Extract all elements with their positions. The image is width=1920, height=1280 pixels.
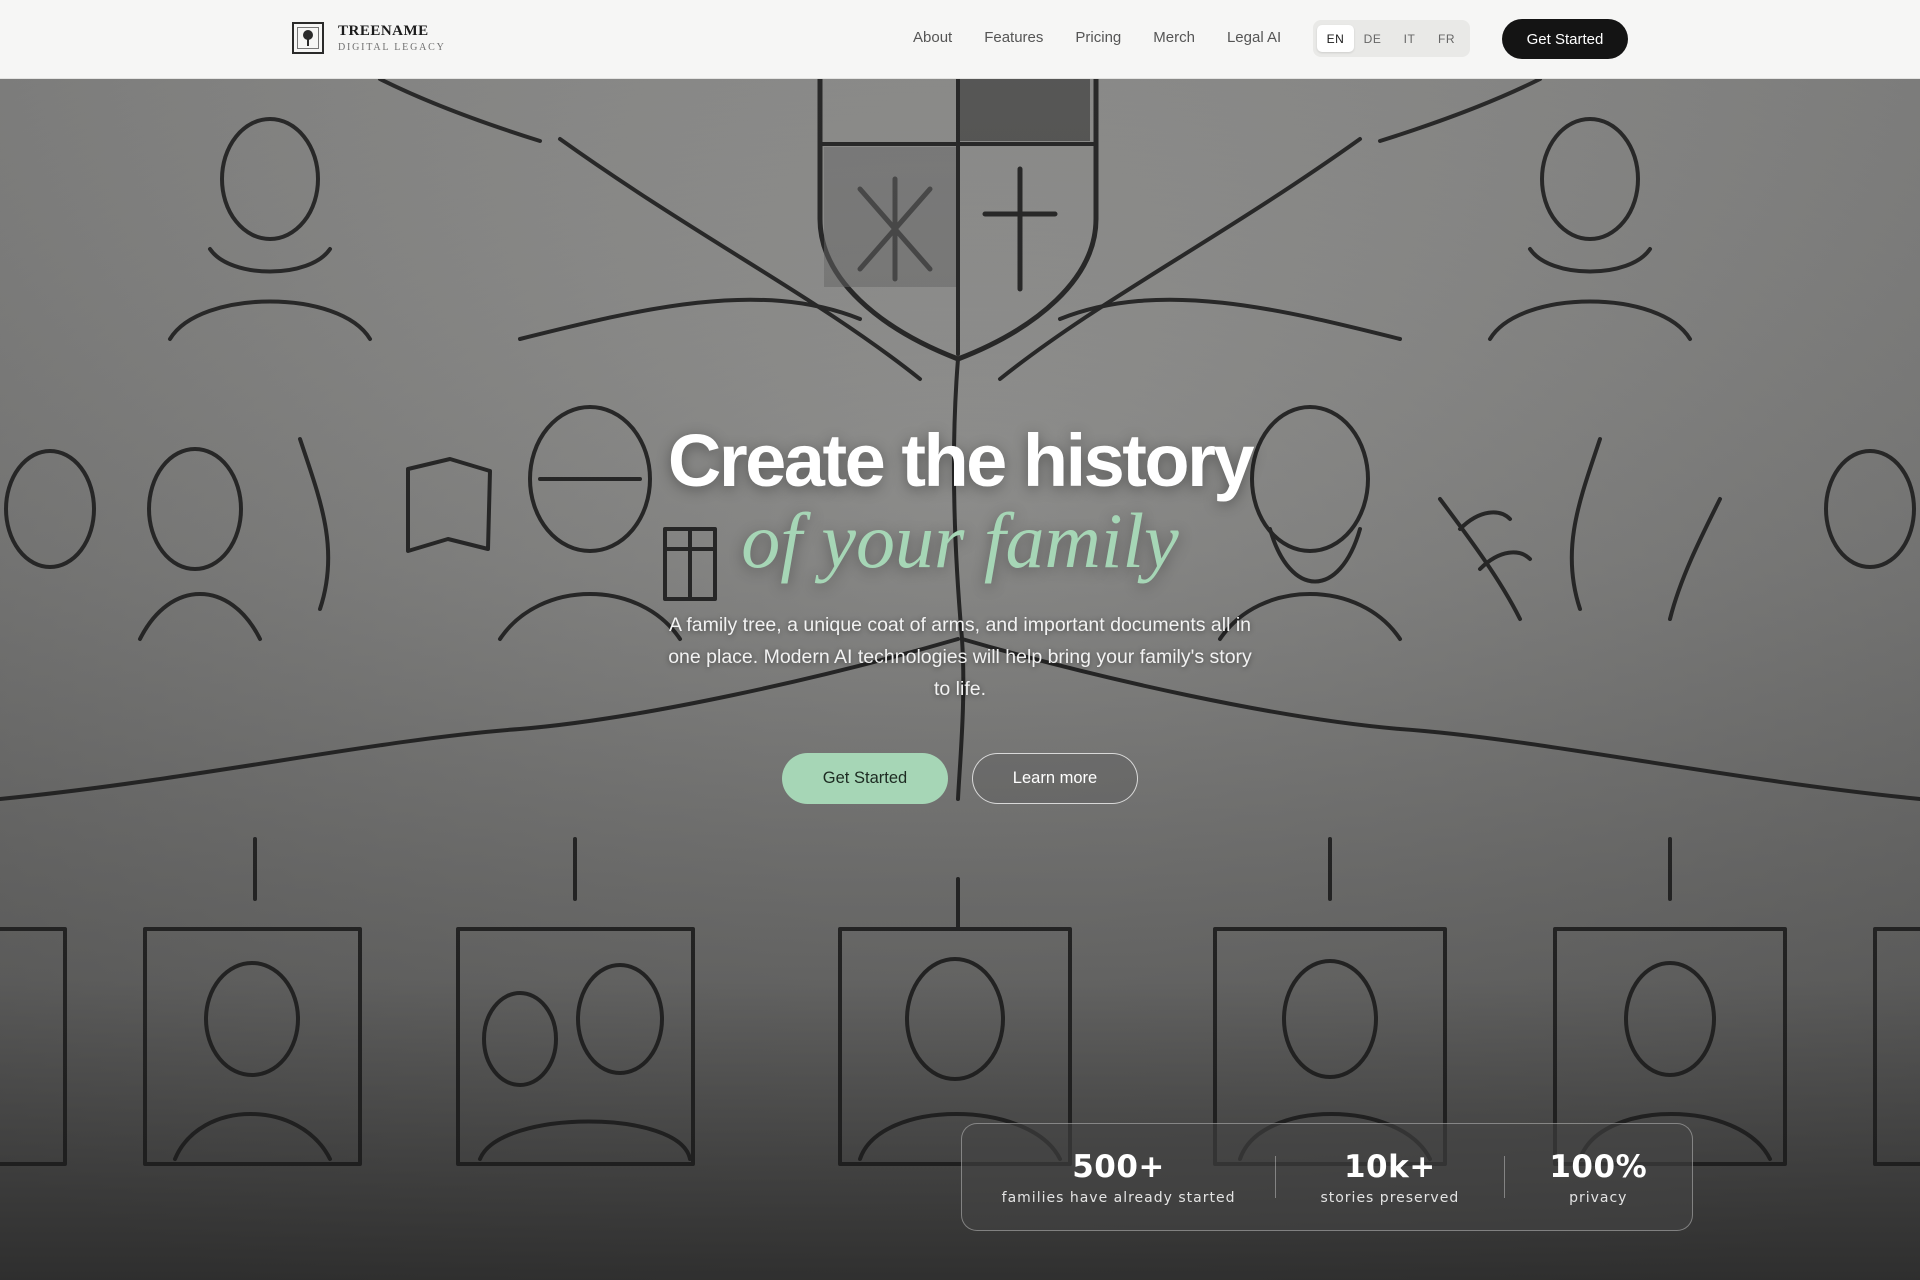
lang-option-it[interactable]: IT xyxy=(1391,25,1428,52)
tree-icon xyxy=(292,22,324,54)
header-get-started-button[interactable]: Get Started xyxy=(1502,19,1628,59)
stats-panel: 500+ families have already started 10k+ … xyxy=(961,1123,1693,1231)
lang-option-en[interactable]: EN xyxy=(1317,25,1354,52)
hero-description: A family tree, a unique coat of arms, an… xyxy=(668,614,1252,700)
site-header: TREENAME DIGITAL LEGACY About Features P… xyxy=(0,0,1920,79)
stat-label: privacy xyxy=(1569,1189,1628,1206)
nav-link-features[interactable]: Features xyxy=(984,29,1043,46)
language-switcher: EN DE IT FR xyxy=(1313,20,1470,57)
stat-value: 500+ xyxy=(1072,1148,1165,1185)
stat-value: 100% xyxy=(1549,1148,1648,1185)
nav-link-pricing[interactable]: Pricing xyxy=(1075,29,1121,46)
hero-title: Create the history xyxy=(667,419,1255,502)
lang-option-de[interactable]: DE xyxy=(1354,25,1391,52)
stat-label: families have already started xyxy=(1001,1189,1236,1206)
stat-label: stories preserved xyxy=(1320,1189,1460,1206)
nav-link-about[interactable]: About xyxy=(913,29,952,46)
main-nav: About Features Pricing Merch Legal AI xyxy=(913,29,1313,46)
stat-value: 10k+ xyxy=(1343,1148,1436,1185)
hero-section: Create the history of your family A fami… xyxy=(0,79,1920,1280)
stat-families: 500+ families have already started xyxy=(962,1149,1275,1206)
nav-link-legal-ai[interactable]: Legal AI xyxy=(1227,29,1281,46)
brand-logo[interactable]: TREENAME DIGITAL LEGACY xyxy=(292,22,446,54)
brand-name: TREENAME xyxy=(338,23,429,39)
stat-privacy: 100% privacy xyxy=(1505,1149,1692,1206)
brand-tagline: DIGITAL LEGACY xyxy=(338,42,446,53)
hero-get-started-button[interactable]: Get Started xyxy=(782,753,948,804)
lang-option-fr[interactable]: FR xyxy=(1428,25,1465,52)
hero-title-accent: of your family xyxy=(741,497,1179,584)
nav-link-merch[interactable]: Merch xyxy=(1153,29,1195,46)
hero-learn-more-button[interactable]: Learn more xyxy=(972,753,1138,804)
stat-stories: 10k+ stories preserved xyxy=(1276,1149,1503,1206)
